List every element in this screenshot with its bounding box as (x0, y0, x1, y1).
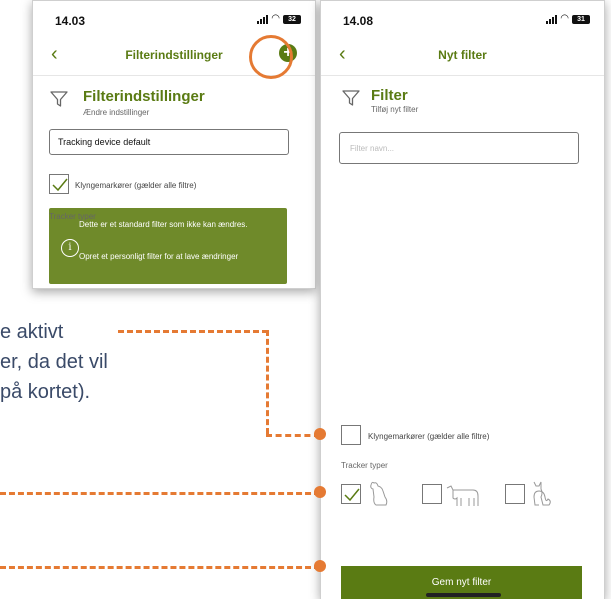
section-title: Filter (371, 87, 408, 104)
nav-bar: ‹ Nyt filter (321, 41, 604, 76)
cluster-checkbox[interactable] (49, 174, 69, 194)
tooltip-text-1: Dette er et standard filter som ikke kan… (79, 220, 248, 229)
status-bar: 14.08 ◠ 31 (321, 1, 604, 33)
cluster-label: Klyngemarkører (gælder alle filtre) (75, 181, 197, 190)
wifi-icon: ◠ (560, 13, 569, 24)
annotation-dot (314, 486, 326, 498)
bg-text-line-2: er, da det vil (0, 351, 108, 373)
status-icons: ◠ 32 (257, 14, 301, 24)
cow-icon (446, 485, 479, 506)
filter-funnel-icon (50, 91, 68, 107)
filter-funnel-icon (342, 90, 360, 106)
section-subtitle: Ændre indstillinger (83, 108, 150, 117)
tracker-types-label: Tracker typer (341, 461, 388, 470)
tooltip-text-2: Opret et personligt filter for at lave æ… (79, 252, 239, 261)
battery-icon: 31 (572, 14, 590, 24)
tracker-cat-checkbox[interactable] (505, 484, 525, 504)
status-time: 14.08 (343, 14, 374, 28)
highlight-ring (249, 35, 293, 79)
signal-icon (257, 14, 269, 24)
annotation-dot (314, 560, 326, 572)
tracker-types-label: Tracker typer (49, 212, 96, 221)
status-time: 14.03 (55, 14, 86, 28)
section-subtitle: Tilføj nyt filter (371, 105, 419, 114)
checkmark-icon (52, 178, 68, 192)
annotation-dash (118, 330, 268, 333)
section-title: Filterindstillinger (83, 88, 205, 105)
filter-name-input[interactable]: Tracking device default (49, 129, 289, 155)
annotation-dot (314, 428, 326, 440)
filter-name-input[interactable]: Filter navn... (339, 132, 579, 164)
annotation-dash (266, 434, 320, 437)
right-phone-screen: 14.08 ◠ 31 ‹ Nyt filter Filter Tilføj ny… (320, 0, 605, 599)
cat-icon (533, 481, 551, 506)
signal-icon (546, 14, 558, 24)
cluster-checkbox[interactable] (341, 425, 361, 445)
dog-icon (370, 481, 388, 506)
info-icon: i (61, 239, 79, 257)
battery-icon: 32 (283, 14, 301, 24)
annotation-dash (266, 330, 269, 434)
home-indicator (426, 593, 501, 597)
annotation-dash (0, 566, 320, 569)
status-bar: 14.03 ◠ 32 (33, 1, 315, 33)
bg-text-line-1: e aktivt (0, 321, 64, 343)
tracker-cow-checkbox[interactable] (422, 484, 442, 504)
annotation-dash (0, 492, 320, 495)
cluster-label: Klyngemarkører (gælder alle filtre) (368, 432, 490, 441)
tracker-dog-checkbox[interactable] (341, 484, 361, 504)
checkmark-icon (344, 488, 360, 502)
nav-title: Nyt filter (438, 48, 487, 62)
status-icons: ◠ 31 (546, 14, 590, 24)
wifi-icon: ◠ (271, 13, 280, 24)
bg-text-line-3: på kortet). (0, 381, 91, 403)
